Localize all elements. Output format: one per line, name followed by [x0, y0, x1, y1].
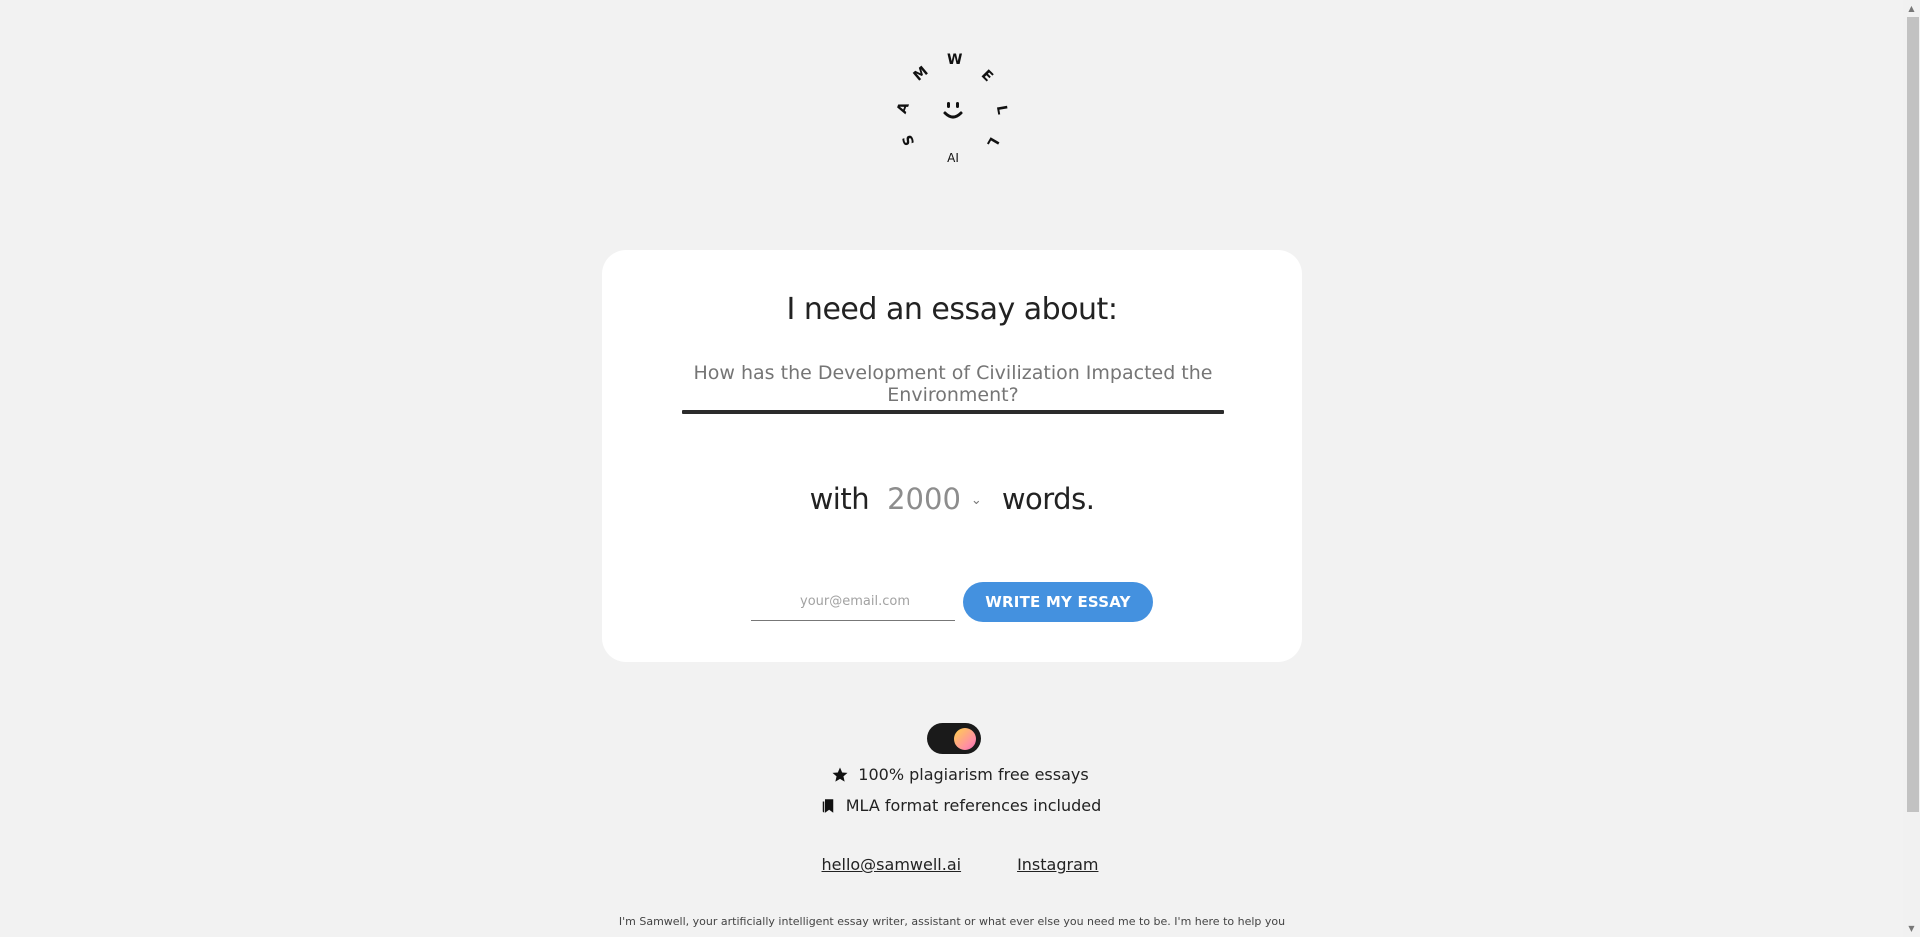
feature-text: MLA format references included	[845, 796, 1102, 815]
email-input[interactable]	[751, 582, 959, 620]
bookmarks-icon	[822, 798, 833, 813]
topic-input[interactable]	[682, 362, 1224, 406]
scroll-up-arrow-icon[interactable]: ▲	[1903, 0, 1920, 17]
logo-letter-e: E	[977, 66, 996, 86]
word-count-row: with 2000 ⌄ words.	[602, 482, 1302, 516]
email-field	[751, 582, 959, 621]
logo-letter-s: S	[899, 132, 919, 148]
logo-letter-a: A	[894, 100, 913, 116]
essay-form-card: I need an essay about: with 2000 ⌄ words…	[602, 250, 1302, 662]
page-scrollbar[interactable]: ▲ ▼	[1903, 0, 1920, 937]
topic-field	[682, 362, 1224, 414]
footer-links: hello@samwell.ai Instagram	[0, 855, 1920, 874]
about-text: I'm Samwell, your artificially intellige…	[618, 915, 1286, 928]
instagram-link[interactable]: Instagram	[1017, 855, 1098, 874]
scrollbar-thumb[interactable]	[1907, 17, 1919, 812]
page: S A M W E L L AI I need an essay about: …	[0, 0, 1920, 937]
logo-letter-l2: L	[983, 134, 1002, 150]
words-label: words.	[1001, 482, 1095, 516]
star-icon	[832, 767, 848, 782]
with-label: with	[809, 482, 870, 516]
write-my-essay-button[interactable]: WRITE MY ESSAY	[963, 582, 1153, 622]
logo-letter-m: M	[910, 63, 932, 85]
samwell-logo[interactable]: S A M W E L L AI	[891, 48, 1015, 172]
feature-text: 100% plagiarism free essays	[858, 765, 1089, 784]
logo-letter-w: W	[947, 52, 963, 68]
chevron-down-icon: ⌄	[970, 492, 982, 508]
word-count-value: 2000	[887, 482, 961, 516]
scroll-down-arrow-icon[interactable]: ▼	[1903, 920, 1920, 937]
theme-toggle[interactable]	[927, 723, 981, 754]
toggle-knob	[954, 728, 976, 750]
logo-ai-label: AI	[947, 151, 959, 165]
email-link[interactable]: hello@samwell.ai	[822, 855, 962, 874]
smiley-face-icon	[943, 102, 963, 119]
feature-mla-references: MLA format references included	[0, 796, 1920, 815]
form-title: I need an essay about:	[786, 292, 1118, 327]
feature-plagiarism-free: 100% plagiarism free essays	[0, 765, 1920, 784]
logo-letter-l1: L	[992, 104, 1011, 116]
topic-underline	[682, 410, 1224, 414]
word-count-select[interactable]: 2000 ⌄	[887, 482, 982, 516]
